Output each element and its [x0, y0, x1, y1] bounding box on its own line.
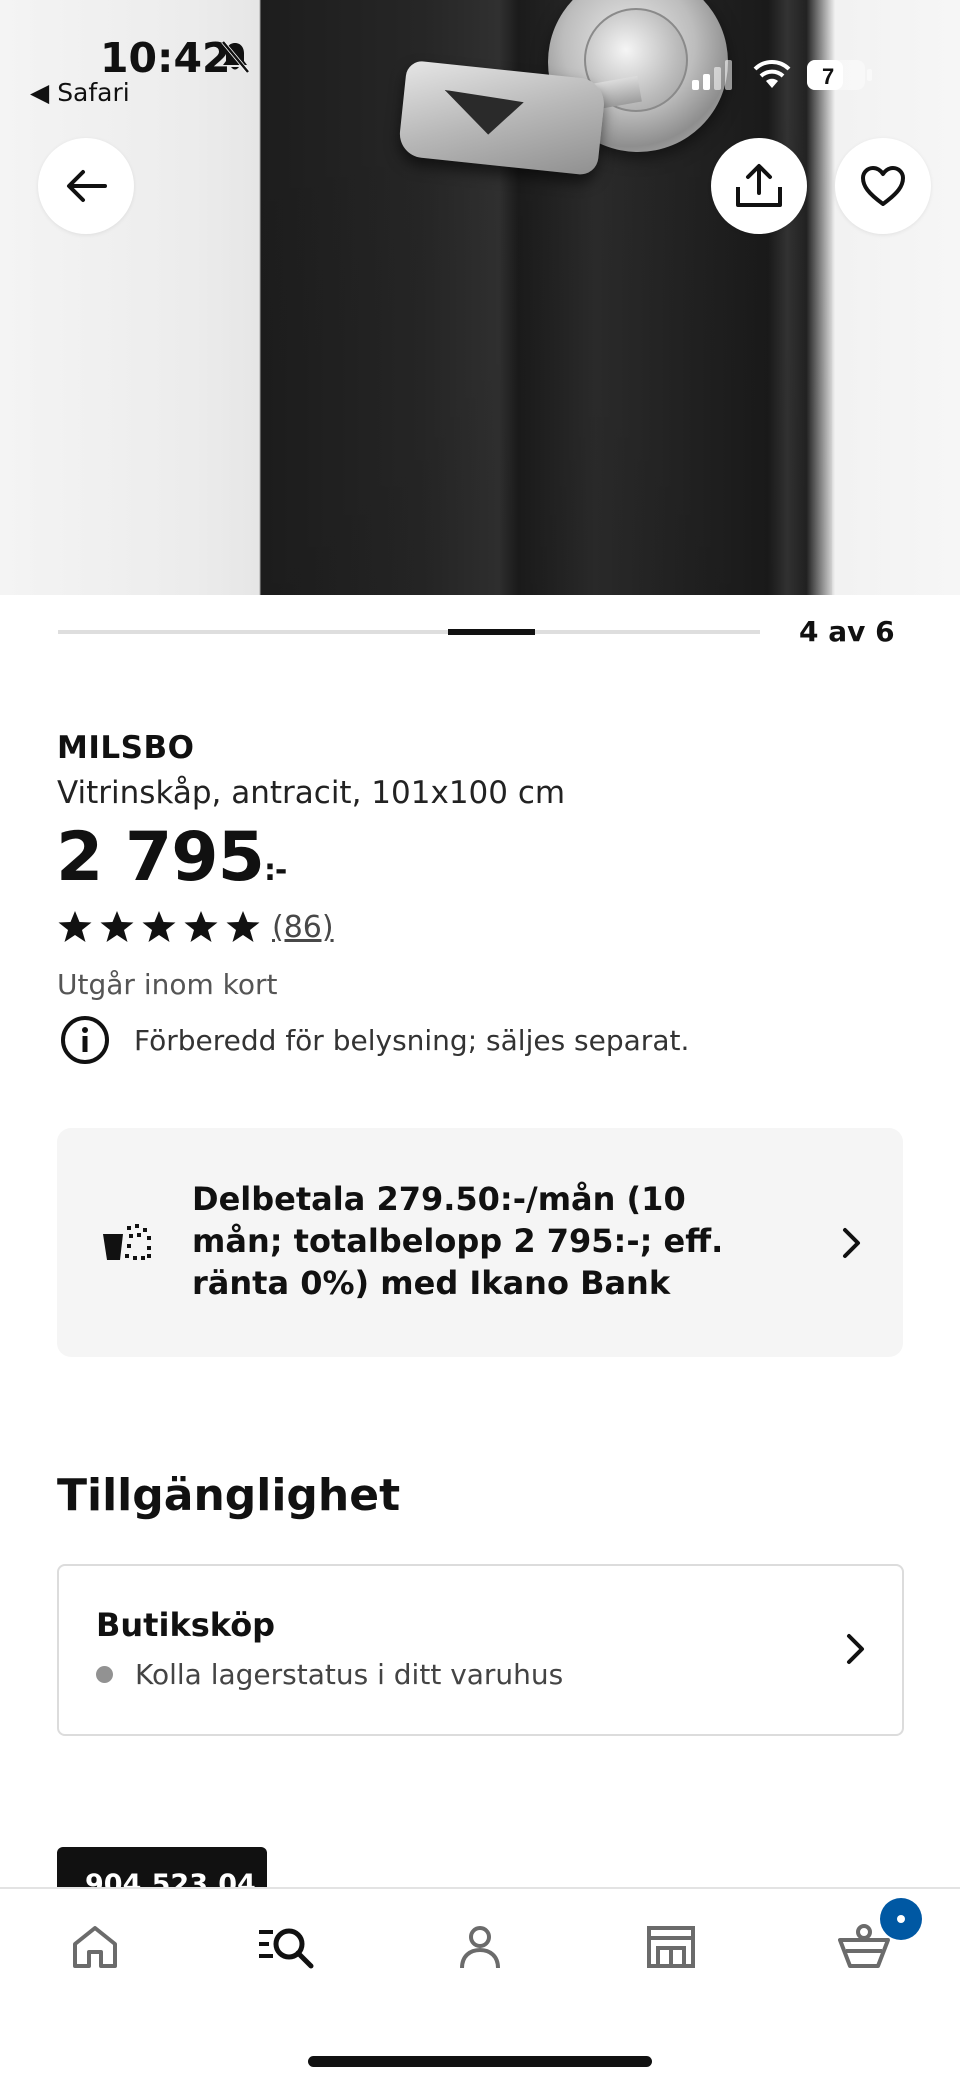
status-bar: 10:42 ◀ Safari 7: [0, 0, 960, 110]
tab-search[interactable]: [256, 1917, 316, 1977]
search-icon: [259, 1928, 314, 1969]
chevron-right-icon: [843, 1228, 860, 1258]
info-text: Förberedd för belysning; säljes separat.: [134, 1023, 690, 1057]
chevron-right-icon: [847, 1634, 864, 1664]
star-icon: [226, 911, 260, 942]
favorite-button[interactable]: [835, 138, 931, 234]
status-dot: [96, 1666, 113, 1683]
price-amount: 2 795: [56, 818, 265, 897]
heart-icon: [861, 166, 905, 206]
basket-icon: [838, 1924, 890, 1968]
gallery-counter: 4 av 6: [799, 615, 895, 648]
share-icon: [736, 164, 782, 207]
tab-profile[interactable]: [450, 1917, 510, 1977]
battery-level: 7: [822, 64, 834, 89]
share-button[interactable]: [711, 138, 807, 234]
tab-store[interactable]: [641, 1917, 701, 1977]
back-app-label: Safari: [57, 78, 130, 107]
info-icon: [61, 1016, 109, 1064]
product-price: 2 795:-: [56, 818, 287, 897]
store-status-text: Kolla lagerstatus i ditt varuhus: [135, 1658, 564, 1691]
home-icon: [73, 1926, 117, 1968]
store-purchase-title: Butiksköp: [96, 1606, 276, 1644]
battery-icon: 7: [807, 60, 872, 90]
availability-heading: Tillgänglighet: [57, 1470, 401, 1521]
gallery-progress-fill: [448, 629, 535, 635]
status-time: 10:42: [100, 34, 231, 82]
home-indicator: [308, 2056, 652, 2067]
product-brand: MILSBO: [57, 730, 195, 766]
star-icon: [184, 911, 218, 942]
store-purchase-card[interactable]: Butiksköp Kolla lagerstatus i ditt varuh…: [57, 1564, 904, 1736]
back-triangle-icon: ◀: [30, 78, 50, 107]
back-to-app[interactable]: ◀ Safari: [30, 78, 130, 107]
signal-icon: [692, 60, 732, 90]
back-button[interactable]: [38, 138, 134, 234]
profile-icon: [460, 1926, 500, 1969]
rating-count-link[interactable]: (86): [272, 910, 334, 945]
star-icon: [100, 911, 134, 942]
info-row: Förberedd för belysning; säljes separat.: [60, 1015, 689, 1065]
star-icon: [142, 911, 176, 942]
badge-dot: [897, 1915, 905, 1923]
basket-badge: [880, 1898, 922, 1940]
installment-card[interactable]: Delbetala 279.50:-/mån (10 mån; totalbel…: [57, 1128, 903, 1357]
arrow-left-icon: [67, 170, 107, 202]
availability-note: Utgår inom kort: [57, 968, 278, 1001]
price-suffix: :-: [263, 853, 287, 888]
bell-off-icon: [221, 40, 250, 74]
store-status: Kolla lagerstatus i ditt varuhus: [96, 1658, 563, 1691]
installment-text: Delbetala 279.50:-/mån (10 mån; totalbel…: [192, 1180, 724, 1302]
rating-stars[interactable]: [57, 910, 261, 944]
tab-home[interactable]: [65, 1917, 125, 1977]
product-description: Vitrinskåp, antracit, 101x100 cm: [57, 775, 566, 811]
wifi-icon: [753, 59, 791, 88]
gallery-progress: [58, 629, 760, 635]
store-icon: [647, 1926, 695, 1968]
star-icon: [58, 911, 92, 942]
installment-icon: [103, 1224, 151, 1260]
